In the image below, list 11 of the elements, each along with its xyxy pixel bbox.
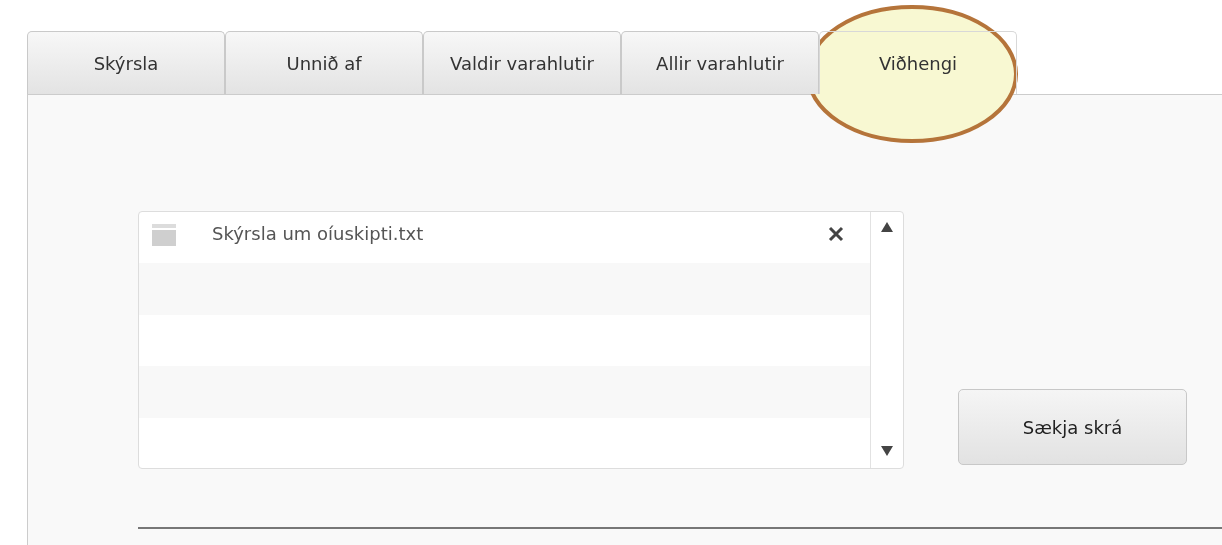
scroll-up-icon[interactable]	[881, 222, 893, 232]
tab[interactable]: Allir varahlutir	[621, 31, 819, 94]
scroll-down-icon[interactable]	[881, 446, 893, 456]
file-icon	[152, 223, 176, 246]
tab[interactable]: Viðhengi	[819, 31, 1017, 94]
close-icon[interactable]	[828, 225, 844, 242]
download-button[interactable]: Sækja skrá	[958, 389, 1187, 465]
tab[interactable]: Valdir varahlutir	[423, 31, 621, 94]
tab[interactable]: Unnið af	[225, 31, 423, 94]
tab[interactable]: Skýrsla	[27, 31, 225, 94]
file-name: Skýrsla um oíuskipti.txt	[212, 223, 425, 245]
